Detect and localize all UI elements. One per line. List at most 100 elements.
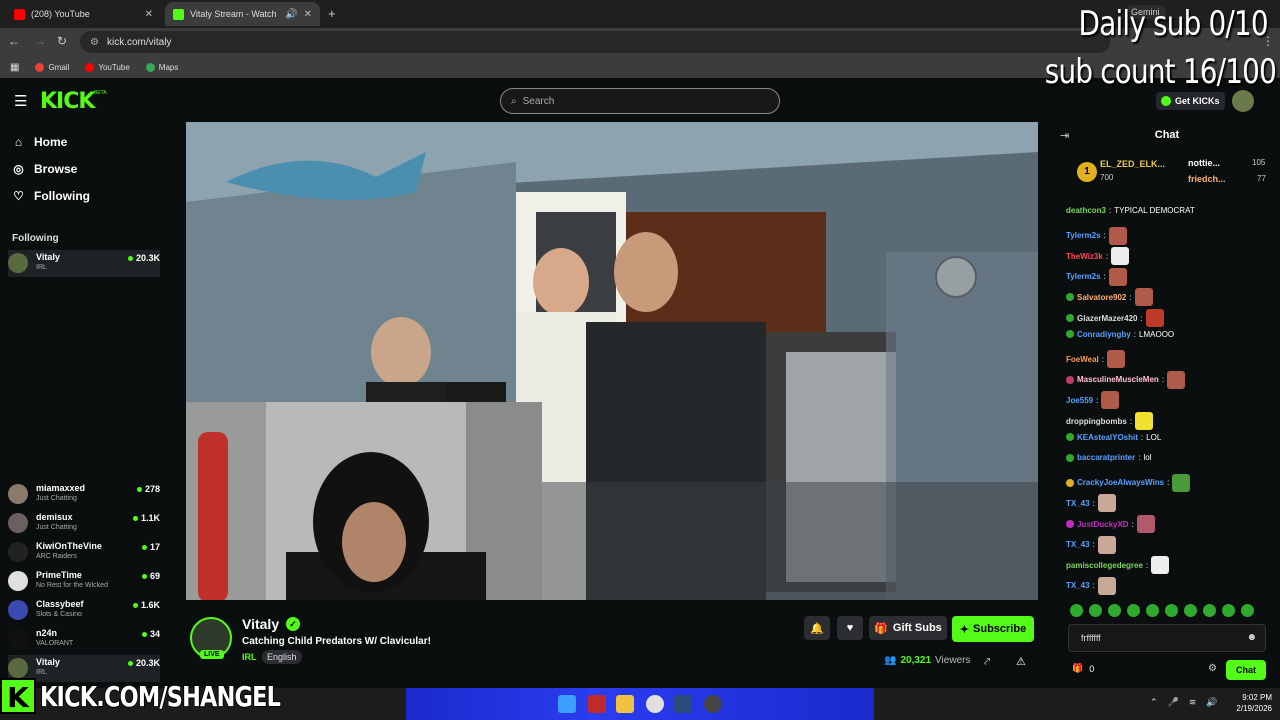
site-info-icon[interactable]: ⚙ [90,37,99,48]
emote-icon[interactable] [1241,604,1254,617]
emote-icon[interactable] [1203,604,1216,617]
chat-colon: : [1129,416,1133,426]
chat-message: TX_43: [1066,535,1116,554]
close-tab-icon[interactable]: ✕ [145,9,153,20]
microphone-icon[interactable]: 🎤 [1168,697,1179,708]
chat-username[interactable]: Tylerm2s [1066,272,1101,281]
chat-settings-icon[interactable]: ⚙ [1208,663,1217,674]
chat-username[interactable]: MasculineMuscleMen [1077,375,1159,384]
subscribe-button[interactable]: ✦ Subscribe [952,616,1034,642]
top-gifter-name[interactable]: EL_ZED_ELK... [1100,159,1165,169]
chat-username[interactable]: droppingbombs [1066,417,1127,426]
sidebar-channel[interactable]: KiwiOnTheVine ARC Raiders 17 [8,539,160,566]
emote-icon[interactable] [1184,604,1197,617]
chrome-icon[interactable] [646,695,664,713]
chat-username[interactable]: Joe559 [1066,396,1093,405]
hamburger-menu-icon[interactable]: ☰ [14,92,27,110]
chat-message: TX_43: [1066,576,1116,595]
kick-favicon-icon [173,8,184,20]
user-badge-icon [1066,293,1074,302]
chat-username[interactable]: baccaratprinter [1077,453,1135,462]
chat-colon: : [1145,560,1149,570]
chat-username[interactable]: CrackyJoeAlwaysWins [1077,478,1164,487]
kick-logo[interactable]: KICK [40,89,95,114]
tab-kick[interactable]: Vitaly Stream - Watch Live on Kick 🔊 ✕ [165,2,320,26]
windows-start-icon[interactable] [558,695,576,713]
address-bar[interactable]: ⚙ kick.com/vitaly [80,31,1110,53]
apps-icon[interactable]: ▦ [10,62,19,73]
sidebar-channel[interactable]: n24n VALORANT 34 [8,626,160,653]
chat-username[interactable]: pamiscollegedegree [1066,561,1143,570]
bookmark-youtube[interactable]: YouTube [85,62,130,72]
follow-button[interactable]: ♥ [837,616,863,640]
obs-icon[interactable] [704,695,722,713]
emote-icon[interactable] [1108,604,1121,617]
speaker-icon[interactable]: 🔊 [285,9,297,20]
chat-username[interactable]: JustDuckyXD [1077,520,1129,529]
file-explorer-icon[interactable] [616,695,634,713]
forward-icon[interactable]: → [32,34,48,48]
chat-message: deathcon3: TYPICAL DEMOCRAT [1066,206,1195,215]
emote-icon[interactable] [1146,604,1159,617]
steam-icon[interactable] [674,695,692,713]
close-tab-icon[interactable]: ✕ [304,9,312,20]
third-gifter-name[interactable]: friedch... [1188,174,1226,184]
chevron-up-icon[interactable]: ⌃ [1150,697,1158,708]
chat-username[interactable]: Conradiyngby [1077,330,1131,339]
chat-message: Tylerm2s: [1066,226,1127,245]
sidebar-channel[interactable]: miamaxxed Just Chatting 278 [8,481,160,508]
sidebar-channel[interactable]: Vitaly IRL 20.3K [8,250,160,277]
chat-username[interactable]: GlazerMazer420 [1077,314,1137,323]
streamer-name[interactable]: Vitaly [242,616,279,632]
nav-home[interactable]: ⌂ Home [12,135,67,149]
chat-send-button[interactable]: Chat [1226,660,1266,680]
emote-icon[interactable] [1070,604,1083,617]
user-avatar[interactable] [1232,90,1254,112]
report-icon[interactable]: ⚠ [1016,655,1026,668]
sidebar-channel[interactable]: PrimeTime No Rest for the Wicked 69 [8,568,160,595]
notification-bell-button[interactable]: 🔔 [804,616,830,640]
back-icon[interactable]: ← [6,34,22,48]
get-kicks-button[interactable]: Get KICKs [1156,92,1225,110]
channel-category: Just Chatting [36,495,77,502]
chat-username[interactable]: KEAstealYOshit [1077,433,1138,442]
nav-following[interactable]: ♡ Following [12,189,90,203]
chat-username[interactable]: TX_43 [1066,581,1090,590]
chat-input[interactable]: frffffff ☻ [1068,624,1266,652]
new-tab-button[interactable]: + [328,6,336,21]
sidebar-channel[interactable]: demisux Just Chatting 1.1K [8,510,160,537]
youtube-icon [85,62,95,72]
live-dot-icon [127,660,133,666]
chat-username[interactable]: TX_43 [1066,499,1090,508]
chat-username[interactable]: FoeWeal [1066,355,1099,364]
kicks-balance[interactable]: 🎁 0 [1072,663,1094,674]
bookmark-gmail[interactable]: Gmail [35,62,69,72]
second-gifter-name[interactable]: nottie... [1188,158,1220,168]
chat-username[interactable]: Salvatore902 [1077,293,1126,302]
emoji-picker-icon[interactable]: ☻ [1246,632,1257,643]
chat-colon: : [1103,272,1106,282]
sidebar-channel[interactable]: Classybeef Slots & Casino 1.6K [8,597,160,624]
gift-subs-button[interactable]: 🎁 Gift Subs [869,616,947,640]
nav-browse[interactable]: ◎ Browse [12,162,77,176]
chat-username[interactable]: TX_43 [1066,540,1090,549]
emote-icon[interactable] [1222,604,1235,617]
system-clock[interactable]: 9:02 PM 2/19/2026 [1206,692,1272,714]
bookmark-maps[interactable]: Maps [145,62,178,72]
tab-youtube[interactable]: (208) YouTube ✕ [6,2,161,26]
chat-username[interactable]: Tylerm2s [1066,231,1101,240]
emote-icon[interactable] [1127,604,1140,617]
wifi-icon[interactable]: ≋ [1189,697,1197,708]
emote-icon[interactable] [1165,604,1178,617]
search-input[interactable]: ⌕ Search [500,88,780,114]
category-link[interactable]: IRL [242,652,257,662]
reload-icon[interactable]: ↻ [54,34,70,48]
app-icon[interactable] [588,695,606,713]
share-icon[interactable]: ⤤ [984,656,990,669]
video-player[interactable] [186,122,1038,600]
emote-icon[interactable] [1089,604,1102,617]
emote-bar [1070,604,1270,618]
chat-username[interactable]: TheWiz3k [1066,252,1103,261]
language-tag[interactable]: English [262,650,302,664]
chat-username[interactable]: deathcon3 [1066,206,1106,215]
